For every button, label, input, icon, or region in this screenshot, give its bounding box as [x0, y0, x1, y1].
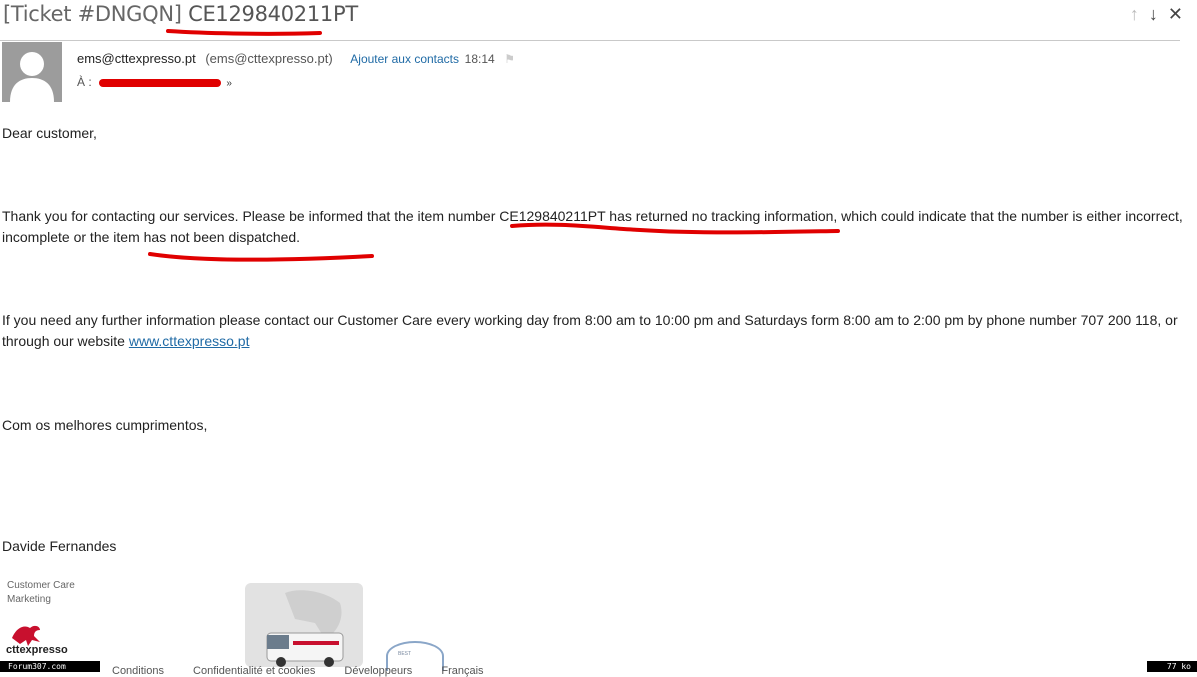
- signature-dept-marketing: Marketing: [7, 594, 51, 605]
- close-icon[interactable]: ✕: [1168, 4, 1183, 24]
- signature-dept-customer-care: Customer Care: [7, 580, 75, 591]
- watermark-left: Forum307.com: [0, 661, 100, 672]
- delivery-van-icon: [266, 590, 344, 667]
- message-navigation: ↑ ↓ ✕: [1130, 4, 1183, 24]
- footer-link-privacy[interactable]: Confidentialité et cookies: [193, 665, 315, 677]
- watermark-right: 77 ko: [1147, 661, 1197, 672]
- user-silhouette-icon: [10, 52, 54, 102]
- paragraph-contact: If you need any further information plea…: [2, 310, 1192, 352]
- flag-icon[interactable]: ⚑: [504, 52, 515, 66]
- footer-link-developers[interactable]: Développeurs: [344, 665, 412, 677]
- logo-text: cttexpresso: [6, 644, 68, 656]
- closing: Com os melhores cumprimentos,: [2, 417, 208, 433]
- para1-start: Thank you for contacting our services. P…: [2, 208, 500, 224]
- sender-address: (ems@cttexpresso.pt): [205, 51, 333, 66]
- header-divider: [0, 40, 1180, 41]
- sender-name[interactable]: ems@cttexpresso.pt: [77, 51, 196, 66]
- signature-name: Davide Fernandes: [2, 538, 117, 554]
- website-link[interactable]: www.cttexpresso.pt: [129, 333, 250, 349]
- ticket-prefix: [Ticket #DNGQN]: [3, 2, 182, 26]
- chevron-down-icon[interactable]: »: [226, 78, 232, 89]
- avatar: [2, 42, 62, 102]
- footer-link-conditions[interactable]: Conditions: [112, 665, 164, 677]
- next-message-icon[interactable]: ↓: [1149, 4, 1158, 24]
- underline-subject-number: [166, 29, 322, 36]
- recipient-line: À : »: [77, 75, 232, 89]
- add-to-contacts-link[interactable]: Ajouter aux contacts: [350, 52, 459, 66]
- item-number: CE129840211PT: [499, 208, 606, 224]
- ctt-expresso-logo: cttexpresso: [6, 620, 86, 660]
- footer-link-language[interactable]: Français: [441, 665, 483, 677]
- email-subject: [Ticket #DNGQN] CE129840211PT: [3, 2, 358, 26]
- badge-text: BEST: [398, 651, 412, 657]
- to-label: À :: [77, 75, 92, 89]
- footer-links: Conditions Confidentialité et cookies Dé…: [112, 665, 510, 677]
- paragraph-tracking: Thank you for contacting our services. P…: [2, 206, 1192, 248]
- message-time: 18:14: [464, 52, 495, 66]
- redacted-recipient: [99, 78, 222, 87]
- greeting: Dear customer,: [2, 125, 97, 141]
- previous-message-icon[interactable]: ↑: [1130, 4, 1139, 24]
- sender-line: ems@cttexpresso.pt (ems@cttexpresso.pt) …: [77, 51, 515, 66]
- ticket-number: CE129840211PT: [188, 2, 358, 26]
- delivery-van-image: [245, 583, 363, 667]
- underline-not-dispatched: [148, 252, 374, 262]
